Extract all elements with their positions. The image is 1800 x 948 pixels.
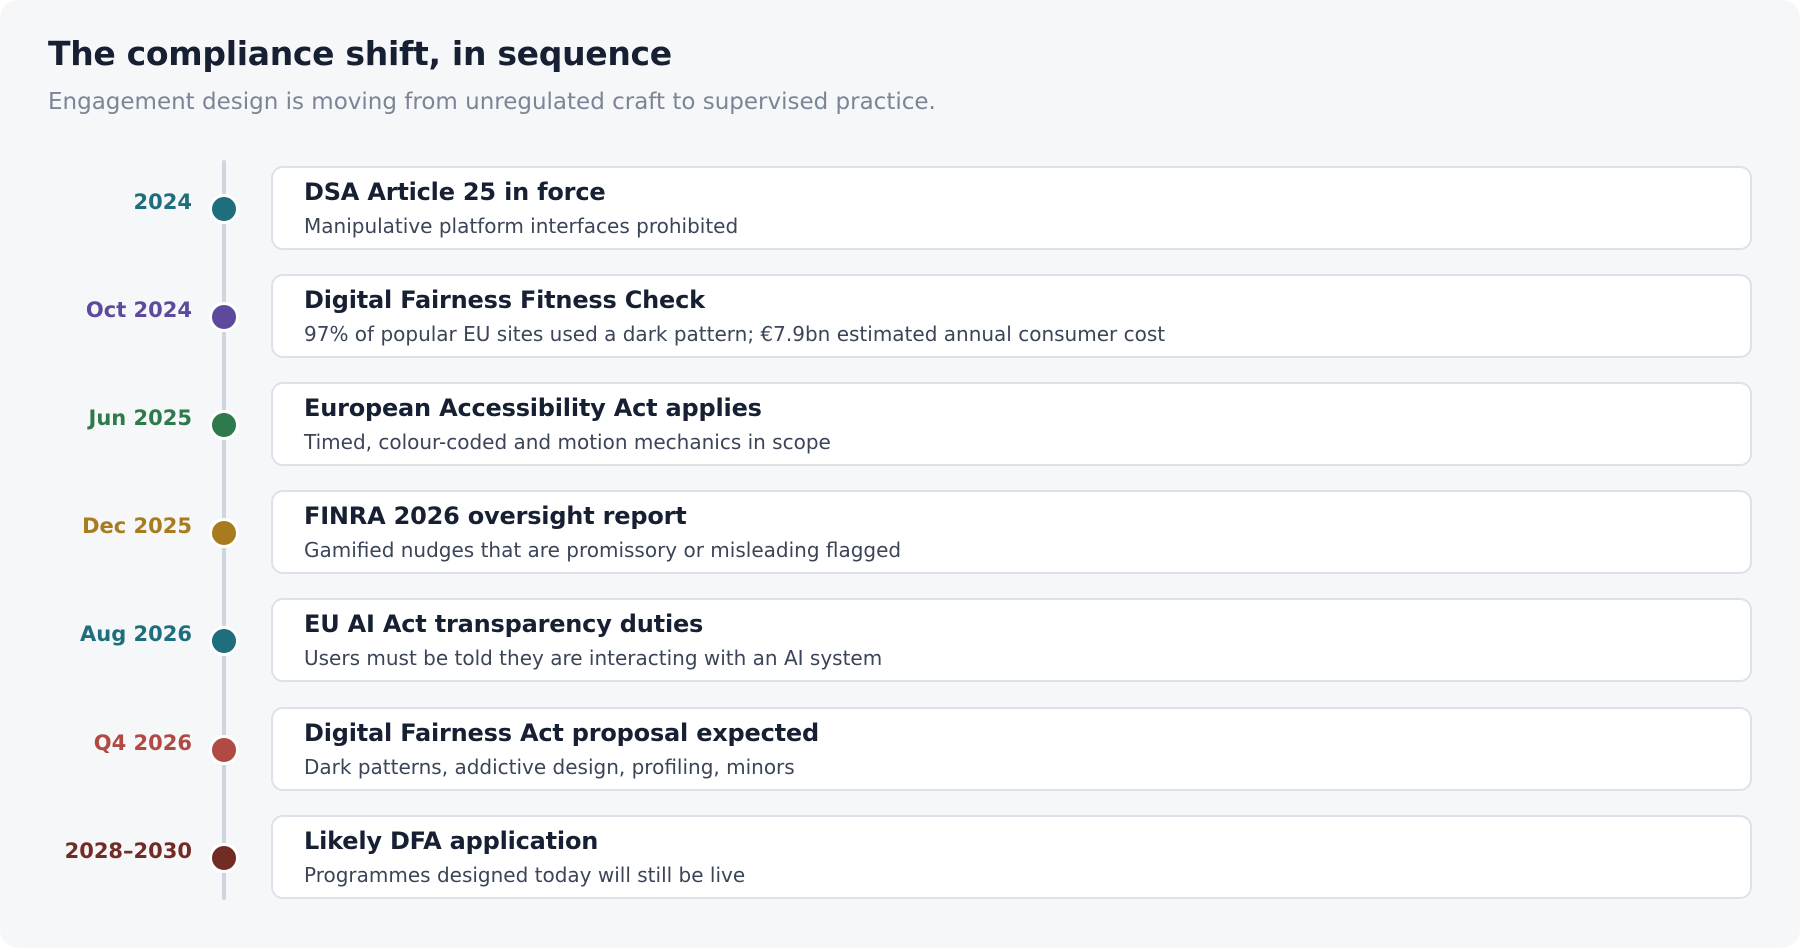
event-date: Dec 2025 [82,514,192,538]
timeline-event: 2024 DSA Article 25 in force Manipulativ… [0,166,1800,252]
event-date: Oct 2024 [85,298,192,322]
event-card: Digital Fairness Act proposal expected D… [271,707,1752,791]
event-title: Likely DFA application [304,827,599,855]
event-card: Likely DFA application Programmes design… [271,815,1752,899]
event-marker-dot [209,626,239,656]
event-marker-dot [209,843,239,873]
event-card: FINRA 2026 oversight report Gamified nud… [271,490,1752,574]
event-date: 2024 [133,190,192,214]
timeline-event: Jun 2025 European Accessibility Act appl… [0,382,1800,468]
event-title: FINRA 2026 oversight report [304,502,687,530]
event-title: DSA Article 25 in force [304,178,606,206]
event-card: European Accessibility Act applies Timed… [271,382,1752,466]
timeline-event: Oct 2024 Digital Fairness Fitness Check … [0,274,1800,360]
timeline-event: 2028–2030 Likely DFA application Program… [0,815,1800,901]
timeline-event: Aug 2026 EU AI Act transparency duties U… [0,598,1800,684]
event-description: Users must be told they are interacting … [304,646,883,670]
event-marker-dot [209,735,239,765]
timeline-event: Q4 2026 Digital Fairness Act proposal ex… [0,707,1800,793]
event-card: Digital Fairness Fitness Check 97% of po… [271,274,1752,358]
event-date: Q4 2026 [93,731,192,755]
event-description: Manipulative platform interfaces prohibi… [304,214,739,238]
event-marker-dot [209,302,239,332]
timeline-event: Dec 2025 FINRA 2026 oversight report Gam… [0,490,1800,576]
event-date: 2028–2030 [64,839,192,863]
event-card: DSA Article 25 in force Manipulative pla… [271,166,1752,250]
event-title: EU AI Act transparency duties [304,610,704,638]
event-card: EU AI Act transparency duties Users must… [271,598,1752,682]
event-title: European Accessibility Act applies [304,394,762,422]
event-date: Jun 2025 [88,406,192,430]
timeline-events: 2024 DSA Article 25 in force Manipulativ… [0,0,1800,948]
event-title: Digital Fairness Fitness Check [304,286,705,314]
event-marker-dot [209,194,239,224]
event-marker-dot [209,518,239,548]
event-title: Digital Fairness Act proposal expected [304,719,819,747]
timeline-panel: The compliance shift, in sequence Engage… [0,0,1800,948]
event-description: Gamified nudges that are promissory or m… [304,538,902,562]
event-marker-dot [209,410,239,440]
event-description: Programmes designed today will still be … [304,863,746,887]
event-description: 97% of popular EU sites used a dark patt… [304,322,1166,346]
event-date: Aug 2026 [80,622,192,646]
event-description: Dark patterns, addictive design, profili… [304,755,795,779]
event-description: Timed, colour-coded and motion mechanics… [304,430,831,454]
